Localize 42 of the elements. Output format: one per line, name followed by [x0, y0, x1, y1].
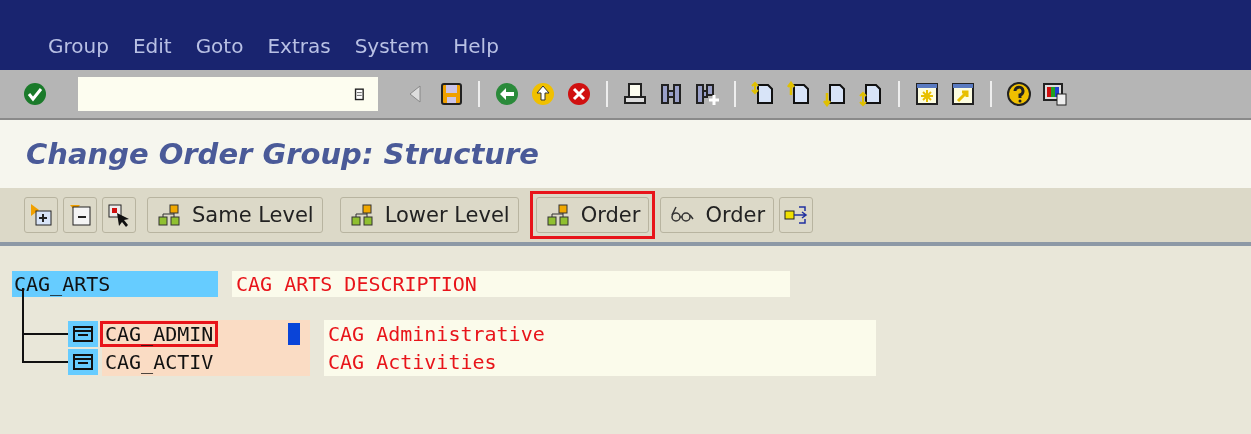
up-icon[interactable]	[530, 81, 556, 107]
previous-page-icon[interactable]	[786, 81, 812, 107]
menu-item[interactable]: Edit	[132, 34, 172, 58]
layout-icon[interactable]	[1042, 81, 1068, 107]
select-button[interactable]	[102, 197, 136, 233]
command-field[interactable]	[78, 77, 378, 111]
tree-node-description: CAG Activities	[324, 348, 876, 376]
next-page-icon[interactable]	[822, 81, 848, 107]
tree-node-key[interactable]: CAG_ARTS	[12, 271, 218, 297]
menu-item[interactable]: Extras	[267, 34, 331, 58]
tree-node-key[interactable]: CAG_ADMIN	[100, 321, 219, 347]
display-button[interactable]: Order	[660, 197, 775, 233]
tree-node-description: CAG Administrative	[324, 320, 876, 348]
last-page-icon[interactable]	[858, 81, 884, 107]
back-icon[interactable]	[494, 81, 520, 107]
hierarchy-button[interactable]: Same Level	[147, 197, 323, 233]
menu-item[interactable]: Group	[48, 34, 109, 58]
cancel-icon[interactable]	[566, 81, 592, 107]
hierarchy-icon	[544, 202, 571, 228]
help-icon[interactable]	[1006, 81, 1032, 107]
menu-item[interactable]: Goto	[195, 34, 244, 58]
collapse-icon	[67, 202, 93, 228]
hierarchy-button[interactable]: Order	[535, 197, 650, 233]
collapse-button[interactable]	[63, 197, 97, 233]
expand-button[interactable]	[24, 197, 58, 233]
tree-node-description: CAG ARTS DESCRIPTION	[232, 271, 790, 297]
save-icon[interactable]	[438, 81, 464, 107]
expand-icon	[28, 202, 54, 228]
menu-item[interactable]: System	[354, 34, 430, 58]
screen-title: Change Order Group: Structure	[26, 137, 539, 171]
hierarchy-icon	[156, 202, 182, 228]
find-icon[interactable]	[658, 81, 684, 107]
check-icon[interactable]	[22, 81, 48, 107]
new-window-icon[interactable]	[914, 81, 940, 107]
shortcut-icon[interactable]	[950, 81, 976, 107]
find-next-icon[interactable]	[694, 81, 720, 107]
first-page-icon[interactable]	[750, 81, 776, 107]
hierarchy-icon	[348, 202, 375, 228]
menu-item[interactable]: Help	[453, 34, 499, 58]
print-icon[interactable]	[622, 81, 648, 107]
export-button[interactable]	[779, 197, 814, 233]
hierarchy-button[interactable]: Lower Level	[339, 197, 519, 233]
